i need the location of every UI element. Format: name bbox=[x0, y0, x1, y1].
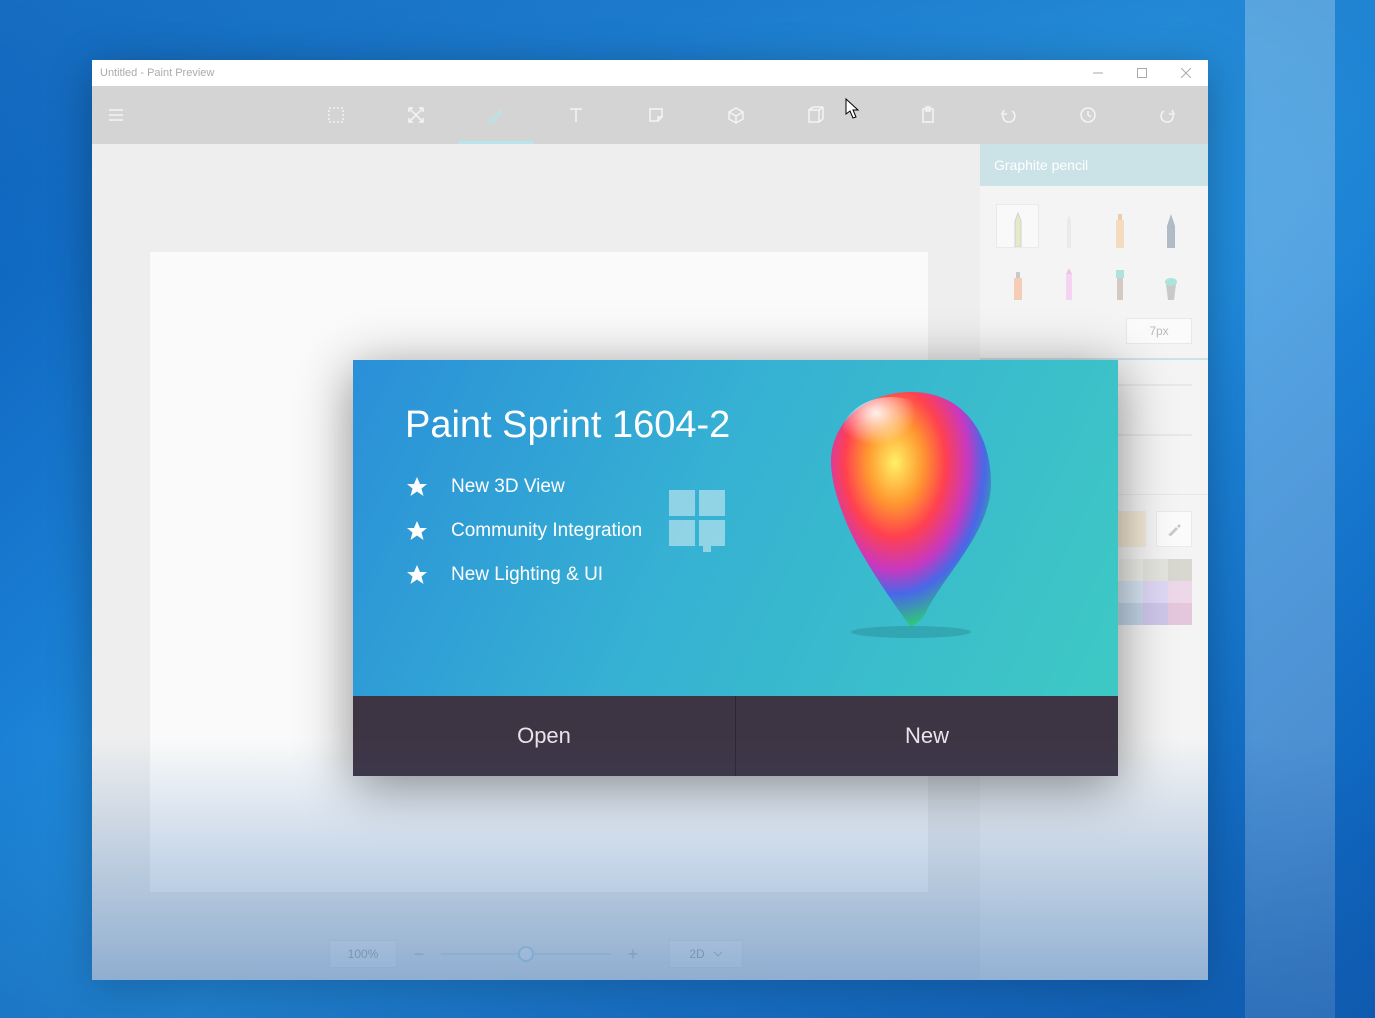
zoom-slider[interactable] bbox=[441, 940, 611, 968]
zoom-percent[interactable]: 100% bbox=[329, 940, 397, 968]
paint-logo-icon bbox=[816, 382, 1006, 642]
star-icon bbox=[405, 563, 429, 587]
windows-logo-icon bbox=[669, 490, 725, 546]
star-icon bbox=[405, 475, 429, 499]
new-button[interactable]: New bbox=[736, 696, 1118, 776]
zoom-out-button[interactable]: − bbox=[403, 940, 435, 968]
zoom-in-button[interactable]: + bbox=[617, 940, 649, 968]
open-button[interactable]: Open bbox=[353, 696, 736, 776]
view-mode-toggle[interactable]: 2D bbox=[669, 940, 743, 968]
splash-dialog: Paint Sprint 1604-2 New 3D View Communit… bbox=[353, 360, 1118, 776]
star-icon bbox=[405, 519, 429, 543]
cursor-icon bbox=[845, 98, 861, 120]
